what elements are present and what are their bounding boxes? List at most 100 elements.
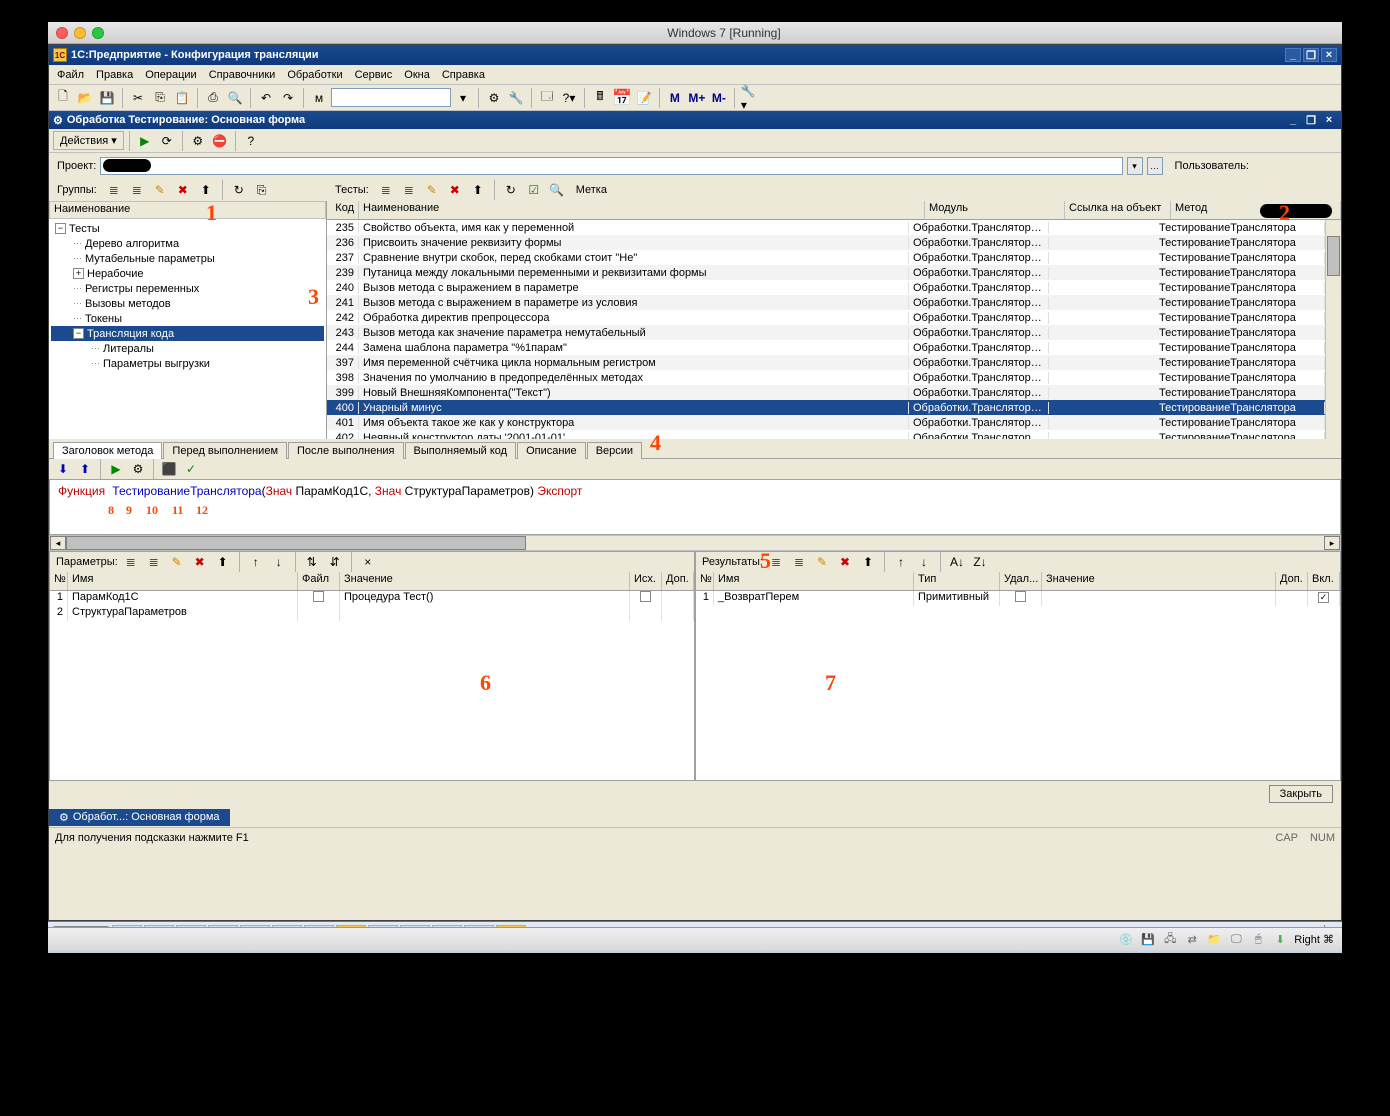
tree-node[interactable]: +Нерабочие [51,266,324,281]
table-row[interactable]: 240Вызов метода с выражением в параметре… [327,280,1325,295]
params-add-icon[interactable]: ≣ [121,552,141,572]
stop-icon[interactable]: ⛔ [210,131,230,151]
tree-node[interactable]: ⋯Литералы [51,341,324,356]
window-tab[interactable]: ⚙ Обработ...: Основная форма [49,809,230,826]
cut-icon[interactable]: ✂ [128,88,148,108]
print-icon[interactable]: ⎙ [203,88,223,108]
tools-icon[interactable]: 🔧 [506,88,526,108]
tab-versions[interactable]: Версии [587,442,642,459]
note-icon[interactable]: 📝 [634,88,654,108]
tree-node[interactable]: ⋯Мутабельные параметры [51,251,324,266]
help2-icon[interactable]: ? [241,131,261,151]
tree-node[interactable]: ⋯Параметры выгрузки [51,356,324,371]
pth-name[interactable]: Имя [68,572,298,590]
code-area[interactable]: Функция ТестированиеТранслятора(Знач Пар… [49,479,1341,535]
pth-add[interactable]: Доп. [662,572,694,590]
vm-share-icon[interactable]: 📁 [1206,932,1222,948]
tree-node[interactable]: ⋯Регистры переменных [51,281,324,296]
m-minus-icon[interactable]: M- [709,88,729,108]
project-input[interactable] [100,157,1122,175]
tests-add-icon[interactable]: ≣ [376,180,396,200]
wrench-icon[interactable]: 🔧▾ [740,88,760,108]
menu-file[interactable]: Файл [51,67,90,83]
menu-service[interactable]: Сервис [349,67,399,83]
pth-file[interactable]: Файл [298,572,340,590]
window-close-icon[interactable]: × [1321,48,1337,62]
vm-display-icon[interactable]: 🖵 [1228,932,1244,948]
menu-operations[interactable]: Операции [139,67,202,83]
groups-add-icon[interactable]: ≣ [104,180,124,200]
new-icon[interactable]: 🗋 [53,88,73,108]
results-del-icon[interactable]: ✖ [835,552,855,572]
table-row[interactable]: 400Унарный минусОбработки.Транслятор.Фор… [327,400,1325,415]
results-body[interactable]: 1_ВозвратПеремПримитивный✓ [696,591,1340,780]
tests-delete-icon[interactable]: ✖ [445,180,465,200]
tree-body[interactable]: −Тесты⋯Дерево алгоритма⋯Мутабельные пара… [49,219,326,439]
groups-up-icon[interactable]: ⬆ [196,180,216,200]
rth-del[interactable]: Удал... [1000,572,1042,590]
code-tool-icon[interactable]: ⚙ [128,459,148,479]
sub-minimize-icon[interactable]: _ [1285,113,1301,127]
code-down-icon[interactable]: ⬇ [53,459,73,479]
menu-processing[interactable]: Обработки [281,67,348,83]
params-edit-icon[interactable]: ✎ [167,552,187,572]
tree-node[interactable]: −Тесты [51,221,324,236]
groups-copy-icon[interactable]: ⎘ [252,180,272,200]
results-sort-icon[interactable]: A↓ [947,552,967,572]
results-edit-icon[interactable]: ✎ [812,552,832,572]
th-name[interactable]: Наименование [359,201,925,219]
tab-before-exec[interactable]: Перед выполнением [163,442,287,459]
mac-minimize-button[interactable] [74,27,86,39]
table-row[interactable]: 399Новый ВнешняяКомпонента("Текст")Обраб… [327,385,1325,400]
paste-icon[interactable]: 📋 [172,88,192,108]
tree-node[interactable]: −Трансляция кода [51,326,324,341]
vm-disk-icon[interactable]: 💿 [1118,932,1134,948]
pth-value[interactable]: Значение [340,572,630,590]
vm-usb-icon[interactable]: ⇄ [1184,932,1200,948]
find-icon[interactable]: м [309,88,329,108]
menu-catalogs[interactable]: Справочники [203,67,282,83]
tests-up-icon[interactable]: ⬆ [468,180,488,200]
rth-type[interactable]: Тип [914,572,1000,590]
actions-button[interactable]: Действия ▾ [53,131,124,150]
groups-delete-icon[interactable]: ✖ [173,180,193,200]
params-del-icon[interactable]: ✖ [190,552,210,572]
table-row[interactable]: 242Обработка директив препроцессораОбраб… [327,310,1325,325]
params-up-icon[interactable]: ⬆ [213,552,233,572]
params-sort-icon[interactable]: ⇅ [302,552,322,572]
table-row[interactable]: 237Сравнение внутри скобок, перед скобка… [327,250,1325,265]
sub-restore-icon[interactable]: ❐ [1303,113,1319,127]
table-row[interactable]: 397Имя переменной счётчика цикла нормаль… [327,355,1325,370]
th-code[interactable]: Код [327,201,359,219]
preview-icon[interactable]: 🔍 [225,88,245,108]
tests-ref-icon[interactable]: ↻ [501,180,521,200]
play-icon[interactable]: ▶ [135,131,155,151]
table-row[interactable]: 402Неявный конструктор даты '2001-01-01'… [327,430,1325,439]
project-select-icon[interactable]: … [1147,157,1163,175]
tree-node[interactable]: ⋯Токены [51,311,324,326]
help-icon[interactable]: ?▾ [559,88,579,108]
undo-icon[interactable]: ↶ [256,88,276,108]
table-row[interactable]: 235Свойство объекта, имя как у переменно… [327,220,1325,235]
code-scrollbar-h[interactable]: ◂▸ [49,535,1341,551]
calendar-icon[interactable]: 📅 [612,88,632,108]
results-sort2-icon[interactable]: Z↓ [970,552,990,572]
vm-hd-icon[interactable]: 💾 [1140,932,1156,948]
params-close-icon[interactable]: × [358,552,378,572]
code-up-icon[interactable]: ⬆ [75,459,95,479]
table-row[interactable]: 243Вызов метода как значение параметра н… [327,325,1325,340]
params-sort2-icon[interactable]: ⇵ [325,552,345,572]
results-moveup-icon[interactable]: ↑ [891,552,911,572]
params-movedn-icon[interactable]: ↓ [269,552,289,572]
tree-node[interactable]: ⋯Дерево алгоритма [51,236,324,251]
code-check-icon[interactable]: ✓ [181,459,201,479]
pth-src[interactable]: Исх. [630,572,662,590]
groups-ref-icon[interactable]: ↻ [229,180,249,200]
tab-header-method[interactable]: Заголовок метода [53,442,162,459]
table-row[interactable]: 244Замена шаблона параметра "%1парам"Обр… [327,340,1325,355]
refresh-icon[interactable]: ⟳ [157,131,177,151]
groups-edit-icon[interactable]: ✎ [150,180,170,200]
param-row[interactable]: 2СтруктураПараметров [50,606,694,621]
table-row[interactable]: 401Имя объекта такое же как у конструкто… [327,415,1325,430]
params-add2-icon[interactable]: ≣ [144,552,164,572]
